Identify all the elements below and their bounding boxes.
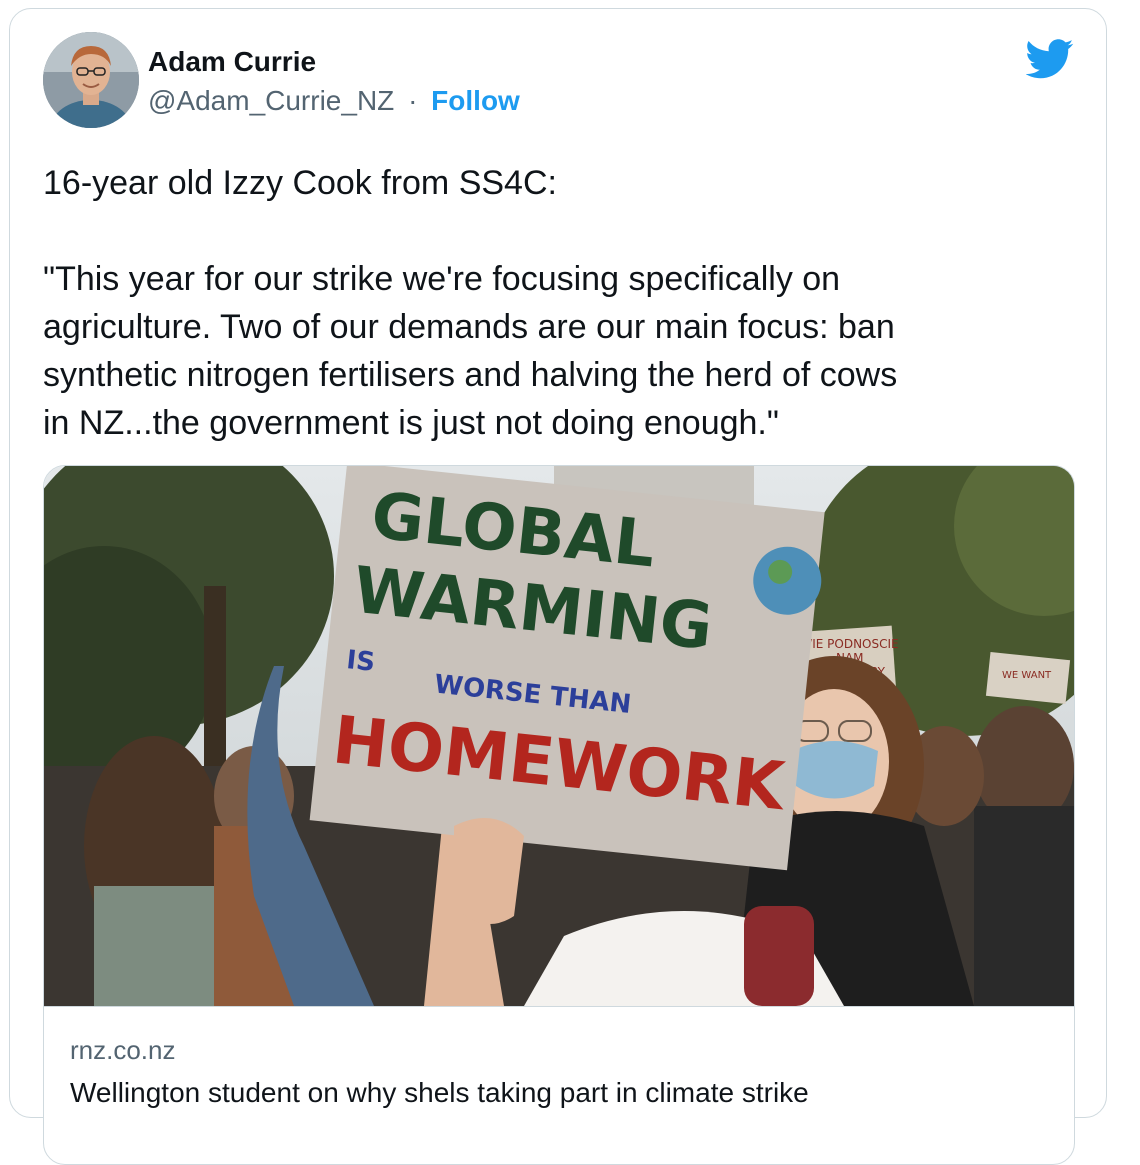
sign-text-is: IS [345,645,376,678]
tweet-card: Adam Currie @Adam_Currie_NZ · Follow 16-… [9,8,1107,1165]
link-preview-card[interactable]: VIE PODNOSCIE NAM TURY WE WANT [43,465,1075,1165]
separator-dot: · [408,85,418,116]
link-preview-image[interactable]: VIE PODNOSCIE NAM TURY WE WANT [44,466,1074,1006]
link-domain: rnz.co.nz [70,1035,176,1065]
author-handle[interactable]: @Adam_Currie_NZ [148,85,394,116]
author-handle-row: @Adam_Currie_NZ · Follow [148,85,520,117]
follow-button[interactable]: Follow [431,85,520,116]
twitter-bird-icon[interactable] [1026,39,1074,79]
link-headline[interactable]: Wellington student on why shels taking p… [70,1077,1050,1109]
avatar[interactable] [43,32,139,128]
avatar-image [43,32,139,128]
bg-sign-1-text: VIE PODNOSCIE [804,637,899,651]
protest-photo: VIE PODNOSCIE NAM TURY WE WANT [44,466,1074,1006]
tweet-text: 16-year old Izzy Cook from SS4C: "This y… [43,164,898,442]
bg-sign-2-text: WE WANT [1002,670,1052,681]
author-name[interactable]: Adam Currie [148,46,316,78]
divider [44,1006,1074,1007]
